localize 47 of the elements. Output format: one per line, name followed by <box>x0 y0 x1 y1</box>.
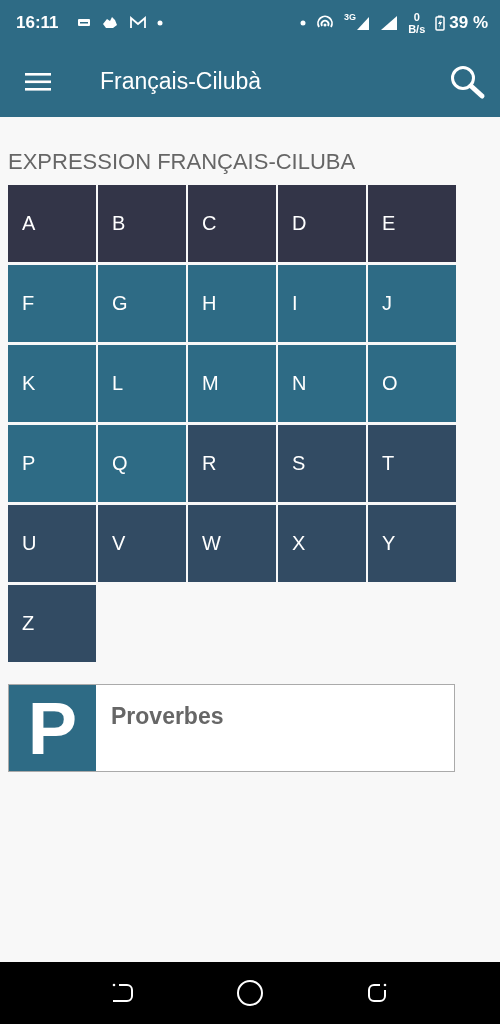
letter-tile[interactable]: T <box>368 425 456 502</box>
letter-tile[interactable]: S <box>278 425 366 502</box>
letter-tile[interactable]: W <box>188 505 276 582</box>
search-icon[interactable] <box>448 63 486 100</box>
status-time: 16:11 <box>16 13 59 33</box>
message-icon <box>76 17 91 29</box>
letter-tile[interactable]: Y <box>368 505 456 582</box>
back-icon[interactable] <box>110 981 136 1005</box>
app-title: Français-Cilubà <box>100 68 262 95</box>
letter-tile[interactable]: E <box>368 185 456 262</box>
letter-tile[interactable]: O <box>368 345 456 422</box>
letter-tile[interactable]: J <box>368 265 456 342</box>
letter-tile[interactable]: L <box>98 345 186 422</box>
letter-tile[interactable]: H <box>188 265 276 342</box>
dot-icon <box>156 20 163 26</box>
letter-tile[interactable]: F <box>8 265 96 342</box>
letter-tile[interactable]: R <box>188 425 276 502</box>
network-type: 3G <box>344 12 357 22</box>
home-icon[interactable] <box>236 979 264 1007</box>
speed-value: 0 <box>413 11 420 23</box>
signal-icon <box>356 15 371 31</box>
letter-tile[interactable]: D <box>278 185 366 262</box>
mail-icon <box>128 16 147 30</box>
letter-tile[interactable]: U <box>8 505 96 582</box>
menu-icon[interactable] <box>24 70 52 93</box>
speed-unit: B/s <box>408 23 426 35</box>
battery-icon <box>435 15 446 31</box>
letter-tile[interactable]: C <box>188 185 276 262</box>
battery-percent: 39 % <box>449 13 488 33</box>
letter-tile[interactable]: K <box>8 345 96 422</box>
section-heading: EXPRESSION FRANÇAIS-CILUBA <box>8 149 357 175</box>
letter-tile[interactable]: P <box>8 425 96 502</box>
letter-tile[interactable]: N <box>278 345 366 422</box>
card-title: Proverbes <box>111 703 224 730</box>
letter-tile[interactable]: M <box>188 345 276 422</box>
letter-tile[interactable]: I <box>278 265 366 342</box>
letter-tile[interactable]: Z <box>8 585 96 662</box>
letter-tile[interactable]: B <box>98 185 186 262</box>
letter-tile[interactable]: V <box>98 505 186 582</box>
signal-icon <box>380 15 399 31</box>
letter-badge: P <box>9 685 96 771</box>
letter-tile[interactable]: X <box>278 505 366 582</box>
proverbs-card[interactable]: P Proverbes <box>8 684 455 772</box>
letter-tile[interactable]: Q <box>98 425 186 502</box>
dot-icon <box>300 20 307 26</box>
letter-tile[interactable]: G <box>98 265 186 342</box>
letter-tile[interactable]: A <box>8 185 96 262</box>
